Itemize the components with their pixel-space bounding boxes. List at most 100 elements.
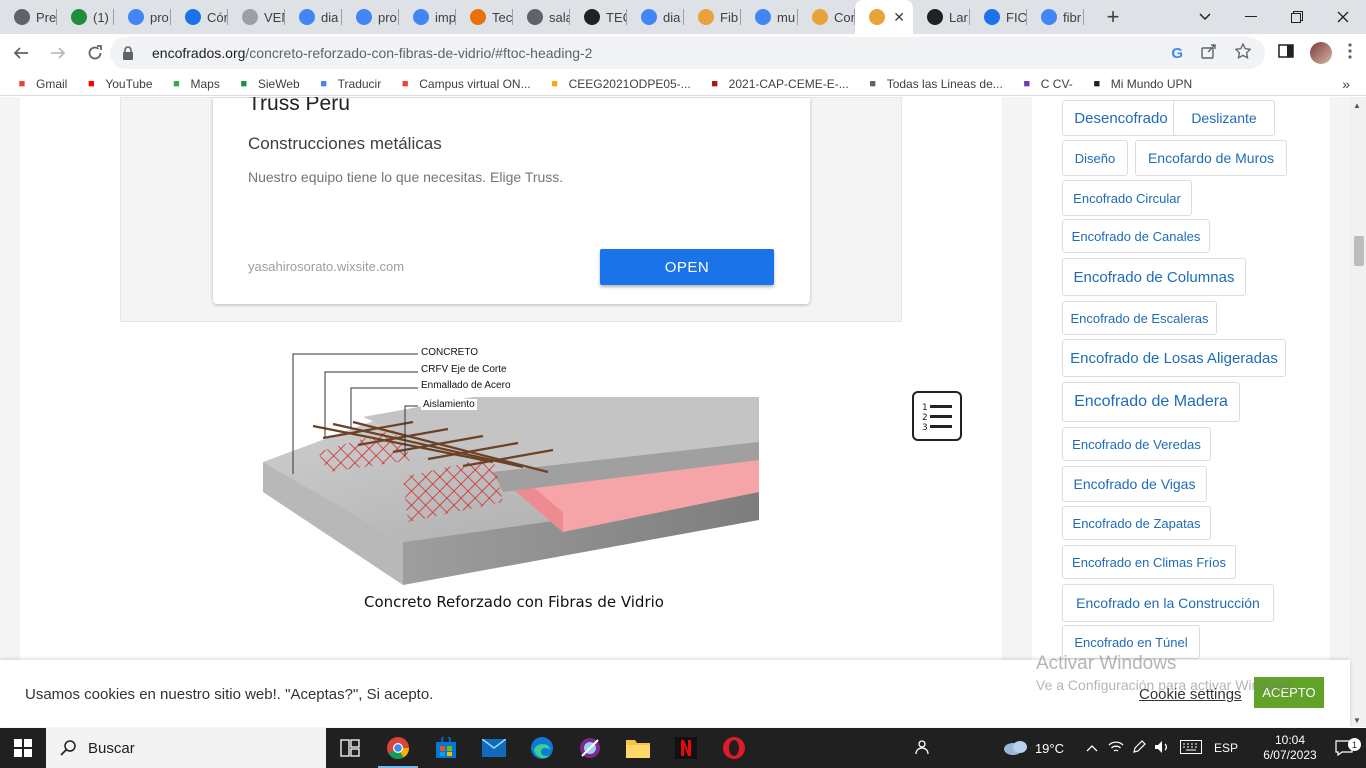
browser-tab[interactable]: ✕ bbox=[855, 0, 913, 34]
taskbar-search[interactable]: Buscar bbox=[46, 728, 326, 768]
tag-link[interactable]: Encofrado de Madera bbox=[1062, 382, 1240, 422]
taskbar-explorer[interactable] bbox=[614, 728, 662, 768]
people-icon[interactable] bbox=[903, 739, 943, 758]
tag-link[interactable]: Encofrado en Climas Fríos bbox=[1062, 545, 1236, 579]
network-icon[interactable] bbox=[1108, 740, 1124, 757]
ad-url[interactable]: yasahirosorato.wixsite.com bbox=[248, 259, 404, 274]
start-button[interactable] bbox=[0, 728, 46, 768]
bookmark-item[interactable]: ■ 2021-CAP-CEME-E-... bbox=[707, 77, 848, 91]
bookmark-star-icon[interactable] bbox=[1234, 42, 1252, 63]
chevron-up-icon[interactable] bbox=[1086, 741, 1098, 755]
scroll-down-icon[interactable]: ▼ bbox=[1353, 716, 1361, 725]
taskbar-netflix[interactable] bbox=[662, 728, 710, 768]
google-lens-icon[interactable]: G bbox=[1171, 45, 1183, 62]
close-window-button[interactable] bbox=[1320, 0, 1366, 34]
notification-button[interactable]: 1 bbox=[1322, 738, 1366, 756]
clock[interactable]: 10:04 6/07/2023 bbox=[1258, 733, 1322, 763]
bookmark-item[interactable]: ■ CEEG2021ODPE05-... bbox=[547, 76, 691, 91]
browser-tab[interactable]: sala bbox=[513, 0, 570, 34]
more-menu-icon[interactable] bbox=[1348, 42, 1352, 64]
bookmark-item[interactable]: ■ Todas las Lineas de... bbox=[865, 77, 1002, 91]
tag-link[interactable]: Desencofrado bbox=[1062, 100, 1180, 136]
bookmark-item[interactable]: ■ Traducir bbox=[316, 77, 381, 91]
bookmark-item[interactable]: ■ YouTube bbox=[83, 77, 152, 91]
profile-avatar[interactable] bbox=[1310, 42, 1332, 64]
bookmark-item[interactable]: ■ Campus virtual ON... bbox=[397, 76, 531, 91]
tag-link[interactable]: Deslizante bbox=[1173, 100, 1275, 136]
share-icon[interactable] bbox=[1201, 43, 1217, 63]
tag-link[interactable]: Encofrado de Zapatas bbox=[1062, 506, 1211, 540]
tag-link[interactable]: Encofrado de Escaleras bbox=[1062, 301, 1217, 335]
ad-card[interactable]: Truss Perú Construcciones metálicas Nues… bbox=[213, 97, 810, 304]
scrollbar-thumb[interactable] bbox=[1354, 236, 1364, 266]
bookmark-item[interactable]: ■ Gmail bbox=[14, 77, 68, 91]
forward-button[interactable] bbox=[42, 37, 74, 69]
ad-open-button[interactable]: OPEN bbox=[600, 249, 774, 285]
bookmark-label: YouTube bbox=[105, 76, 153, 91]
address-bar[interactable]: encofrados.org/concreto-reforzado-con-fi… bbox=[110, 37, 1265, 69]
bookmarks-overflow-icon[interactable]: » bbox=[1342, 76, 1350, 92]
taskbar-snip[interactable] bbox=[566, 728, 614, 768]
bookmark-item[interactable]: ■ Mi Mundo UPN bbox=[1089, 77, 1192, 91]
bookmark-item[interactable]: ■ Maps bbox=[169, 77, 220, 91]
taskbar-edge[interactable] bbox=[518, 728, 566, 768]
edit-icon[interactable] bbox=[1132, 739, 1146, 757]
tag-link[interactable]: Encofrado de Canales bbox=[1062, 219, 1210, 253]
input-language[interactable]: ESP bbox=[1214, 741, 1238, 755]
tag-link[interactable]: Encofrado en la Construcción bbox=[1062, 584, 1274, 622]
browser-tab[interactable]: TEC bbox=[570, 0, 627, 34]
page-scrollbar[interactable]: ▲ ▼ bbox=[1350, 97, 1366, 727]
tag-link[interactable]: Diseño bbox=[1062, 140, 1128, 176]
bookmark-item[interactable]: ■ SieWeb bbox=[236, 77, 300, 91]
tab-close-icon[interactable]: ✕ bbox=[893, 9, 905, 26]
back-button[interactable] bbox=[5, 37, 37, 69]
tag-link[interactable]: Encofrado Circular bbox=[1062, 180, 1192, 216]
tag-link[interactable]: Encofrado de Columnas bbox=[1062, 258, 1246, 296]
chevron-down-icon bbox=[1199, 13, 1211, 21]
keyboard-icon[interactable] bbox=[1179, 739, 1202, 757]
tag-link[interactable]: Encofrado de Vigas bbox=[1062, 466, 1207, 502]
tag-link[interactable]: Encofrado de Veredas bbox=[1062, 427, 1211, 461]
taskbar-store[interactable] bbox=[422, 728, 470, 768]
ad-headline[interactable]: Construcciones metálicas bbox=[248, 134, 442, 154]
task-view-button[interactable] bbox=[326, 728, 374, 768]
tag-link[interactable]: Encofrado de Losas Aligeradas bbox=[1062, 339, 1286, 377]
browser-tab[interactable]: VEN bbox=[228, 0, 285, 34]
taskbar-chrome[interactable] bbox=[374, 728, 422, 768]
ad-title[interactable]: Truss Perú bbox=[248, 97, 350, 116]
bookmark-label: Campus virtual ON... bbox=[419, 76, 531, 91]
volume-icon[interactable] bbox=[1154, 740, 1170, 757]
browser-tab[interactable]: Cór bbox=[171, 0, 228, 34]
browser-tab[interactable]: Cor bbox=[798, 0, 855, 34]
sieweb-icon: ■ bbox=[240, 77, 248, 90]
scroll-up-icon[interactable]: ▲ bbox=[1353, 101, 1361, 110]
browser-tab[interactable]: fibr bbox=[1027, 0, 1084, 34]
browser-tab[interactable]: Pre bbox=[0, 0, 57, 34]
browser-tab[interactable]: dia bbox=[285, 0, 342, 34]
tab-label: Tec bbox=[492, 9, 513, 25]
bookmark-item[interactable]: ■ C CV- bbox=[1019, 77, 1072, 91]
browser-tab[interactable]: FIC bbox=[970, 0, 1027, 34]
taskbar-mail[interactable] bbox=[470, 728, 518, 768]
browser-tab[interactable]: Fib bbox=[684, 0, 741, 34]
browser-tab[interactable]: (1) bbox=[57, 0, 114, 34]
table-of-contents-button[interactable]: 1 2 3 bbox=[912, 391, 962, 441]
browser-tab[interactable]: pro bbox=[114, 0, 171, 34]
browser-tab[interactable]: mu bbox=[741, 0, 798, 34]
reload-button[interactable] bbox=[79, 37, 111, 69]
browser-tab[interactable]: dia bbox=[627, 0, 684, 34]
browser-tab[interactable]: imp bbox=[399, 0, 456, 34]
browser-tab[interactable]: pro bbox=[342, 0, 399, 34]
search-placeholder: Buscar bbox=[88, 739, 135, 757]
side-panel-icon[interactable] bbox=[1278, 43, 1294, 64]
svg-text:2: 2 bbox=[922, 413, 928, 423]
taskbar-opera[interactable] bbox=[710, 728, 758, 768]
new-tab-button[interactable]: + bbox=[1098, 4, 1128, 30]
browser-tab[interactable]: Tec bbox=[456, 0, 513, 34]
bookmark-label: CEEG2021ODPE05-... bbox=[568, 76, 691, 91]
restore-button[interactable] bbox=[1274, 0, 1320, 34]
browser-tab[interactable]: Lar bbox=[913, 0, 970, 34]
minimize-button[interactable] bbox=[1228, 0, 1274, 34]
tag-link[interactable]: Encofardo de Muros bbox=[1135, 140, 1287, 176]
tab-search-button[interactable] bbox=[1182, 0, 1228, 34]
